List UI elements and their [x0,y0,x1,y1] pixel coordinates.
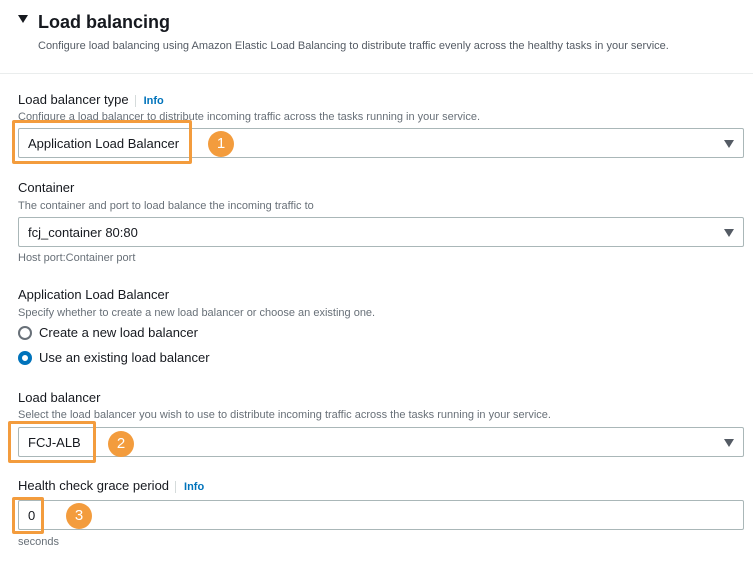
radio-checked-icon[interactable] [18,351,32,365]
container-label: Container [18,180,75,195]
grace-info-link[interactable]: Info [175,481,205,493]
alb-label: Application Load Balancer [18,287,170,302]
container-select[interactable]: fcj_container 80:80 [18,217,744,247]
grace-input[interactable]: 0 [18,500,744,530]
dropdown-arrow-icon [724,140,734,148]
load-balancer-label: Load balancer [18,390,101,405]
load-balancer-description: Select the load balancer you wish to use… [18,409,551,421]
dropdown-arrow-icon [724,439,734,447]
section-description: Configure load balancing using Amazon El… [38,40,669,52]
annotation-badge-1: 1 [208,131,234,157]
grace-label: Health check grace period Info [18,478,205,493]
alb-description: Specify whether to create a new load bal… [18,307,376,319]
section-header: Load balancing Configure load balancing … [0,0,753,74]
grace-value: 0 [28,508,36,523]
load-balancer-value: FCJ-ALB [28,435,81,450]
lb-type-value: Application Load Balancer [28,136,180,151]
radio-unchecked-icon[interactable] [18,326,32,340]
radio-use-existing-label: Use an existing load balancer [39,350,210,365]
dropdown-arrow-icon [724,229,734,237]
lb-type-description: Configure a load balancer to distribute … [18,111,481,123]
section-title[interactable]: Load balancing [38,12,170,33]
container-description: The container and port to load balance t… [18,200,314,212]
annotation-badge-2: 2 [108,431,134,457]
lb-type-select[interactable]: Application Load Balancer [18,128,744,158]
annotation-badge-3: 3 [66,503,92,529]
grace-unit: seconds [18,536,59,548]
container-value: fcj_container 80:80 [28,225,138,240]
container-hint: Host port:Container port [18,252,136,264]
radio-create-new-label: Create a new load balancer [39,325,198,340]
grace-label-text: Health check grace period [18,478,170,493]
lb-type-label: Load balancer type Info [18,92,164,107]
caret-down-icon[interactable] [18,15,28,23]
lb-type-label-text: Load balancer type [18,92,129,107]
lb-type-info-link[interactable]: Info [134,95,164,107]
